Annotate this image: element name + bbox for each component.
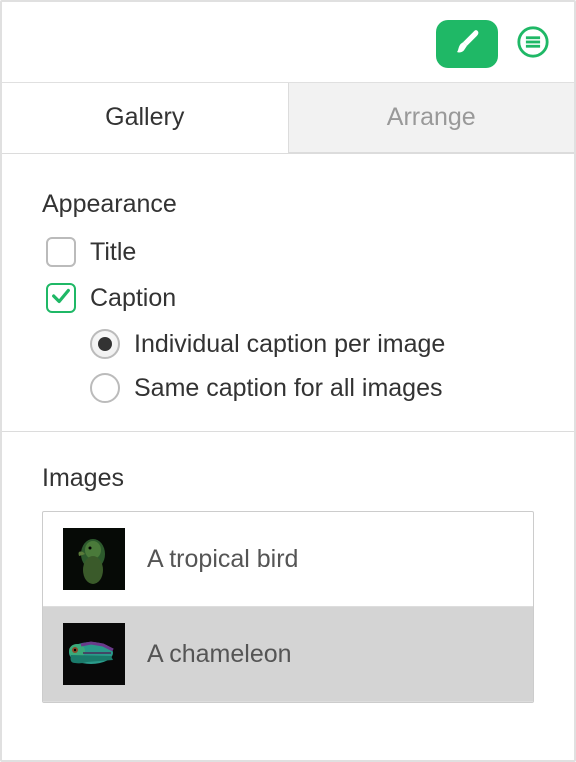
radio-row-individual: Individual caption per image <box>90 329 534 359</box>
tabs: Gallery Arrange <box>2 83 574 154</box>
thumbnail <box>63 623 125 685</box>
radio-individual-label: Individual caption per image <box>134 330 445 359</box>
content: Appearance Title Caption Individual capt… <box>2 154 574 760</box>
list-item[interactable]: A tropical bird <box>43 512 533 607</box>
chameleon-thumb-icon <box>63 623 125 685</box>
title-checkbox-row: Title <box>42 237 534 267</box>
image-caption-text: A chameleon <box>147 640 292 669</box>
images-heading: Images <box>42 464 534 493</box>
tab-gallery[interactable]: Gallery <box>2 83 289 153</box>
inspector-panel: Gallery Arrange Appearance Title Caption… <box>0 0 576 762</box>
caption-checkbox[interactable] <box>46 283 76 313</box>
toolbar <box>2 2 574 83</box>
radio-individual[interactable] <box>90 329 120 359</box>
thumbnail <box>63 528 125 590</box>
brush-icon <box>452 27 482 62</box>
tab-arrange[interactable]: Arrange <box>289 83 575 153</box>
title-checkbox[interactable] <box>46 237 76 267</box>
image-caption-text: A tropical bird <box>147 545 298 574</box>
bird-thumb-icon <box>63 528 125 590</box>
images-list: A tropical bird <box>42 511 534 703</box>
radio-same[interactable] <box>90 373 120 403</box>
radio-row-same: Same caption for all images <box>90 373 534 403</box>
radio-same-label: Same caption for all images <box>134 374 442 403</box>
caption-checkbox-label: Caption <box>90 284 176 313</box>
menu-icon <box>516 25 550 64</box>
checkmark-icon <box>50 285 72 312</box>
caption-checkbox-row: Caption <box>42 283 534 313</box>
format-button[interactable] <box>436 20 498 68</box>
caption-mode-group: Individual caption per image Same captio… <box>42 329 534 403</box>
title-checkbox-label: Title <box>90 238 136 267</box>
list-item[interactable]: A chameleon <box>43 607 533 702</box>
menu-button[interactable] <box>514 25 552 63</box>
appearance-heading: Appearance <box>42 190 534 219</box>
images-section: Images A tropical bird <box>42 432 534 703</box>
